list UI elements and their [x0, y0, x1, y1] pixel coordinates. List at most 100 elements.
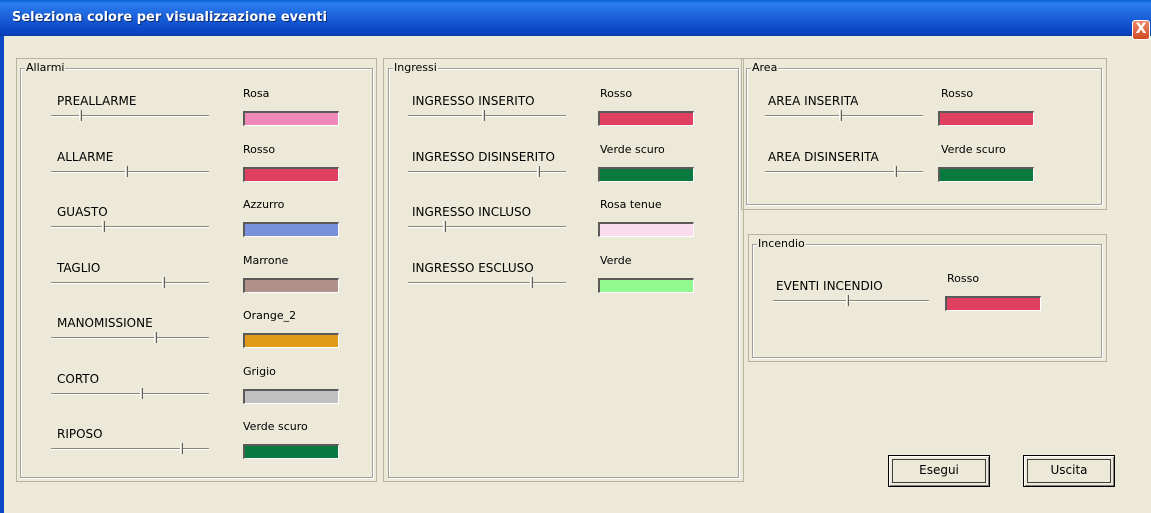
color-swatch	[938, 111, 1034, 126]
slider-thumb[interactable]	[125, 165, 128, 177]
color-name-label: Verde scuro	[600, 142, 665, 156]
slider-thumb[interactable]	[839, 110, 842, 121]
slider-thumb[interactable]	[443, 221, 446, 232]
event-type-label: AREA DISINSERITA	[768, 149, 879, 164]
color-swatch	[598, 111, 694, 126]
color-slider[interactable]	[51, 165, 209, 178]
slider-track	[51, 448, 209, 450]
color-slider[interactable]	[51, 387, 209, 400]
slider-thumb[interactable]	[79, 110, 82, 121]
slider-track	[765, 115, 923, 117]
color-name-label: Azzurro	[243, 198, 285, 211]
slider-thumb[interactable]	[162, 276, 165, 288]
color-slider[interactable]	[773, 295, 929, 307]
event-type-label: ALLARME	[57, 149, 114, 164]
color-slider[interactable]	[765, 110, 923, 122]
slider-thumb[interactable]	[102, 221, 105, 232]
color-name-label: Rosa	[243, 87, 270, 100]
slider-track	[765, 170, 923, 173]
title-bar: Seleziona colore per visualizzazione eve…	[0, 0, 1151, 40]
color-swatch	[243, 222, 339, 237]
event-type-label: EVENTI INCENDIO	[776, 279, 883, 293]
slider-thumb[interactable]	[180, 443, 183, 454]
ingressi-group: Ingressi INGRESSO INSERITO Rosso INGRESSO …	[388, 61, 739, 478]
color-swatch	[598, 166, 694, 182]
close-button[interactable]: X	[1132, 20, 1150, 40]
slider-track	[51, 281, 209, 284]
incendio-group: Incendio EVENTI INCENDIO Rosso	[752, 237, 1102, 358]
event-type-label: PREALLARME	[57, 94, 137, 108]
color-slider[interactable]	[51, 443, 209, 455]
color-slider[interactable]	[408, 221, 566, 233]
allarmi-group-label: Allarmi	[25, 61, 66, 74]
color-slider[interactable]	[51, 332, 209, 344]
slider-thumb[interactable]	[154, 332, 157, 343]
color-name-label: Verde	[600, 253, 632, 267]
area-group: Area AREA INSERITA Rosso AREA DISINSERITA V…	[746, 61, 1102, 205]
color-slider[interactable]	[51, 110, 209, 122]
slider-track	[51, 226, 209, 228]
event-type-label: INGRESSO ESCLUSO	[412, 260, 534, 275]
event-type-label: INGRESSO INSERITO	[412, 94, 535, 108]
color-swatch	[243, 277, 339, 293]
color-name-label: Orange_2	[243, 309, 297, 322]
color-name-label: Verde scuro	[941, 142, 1006, 156]
slider-track	[408, 281, 566, 284]
event-type-label: RIPOSO	[57, 427, 103, 441]
slider-track	[51, 337, 209, 339]
exit-button-label: Uscita	[1050, 463, 1088, 477]
window-title: Seleziona colore per visualizzazione eve…	[12, 10, 327, 25]
event-type-label: AREA INSERITA	[768, 94, 859, 108]
slider-track	[408, 170, 566, 173]
slider-thumb[interactable]	[482, 110, 485, 121]
color-name-label: Rosso	[941, 87, 974, 100]
color-swatch	[945, 296, 1041, 311]
color-name-label: Verde scuro	[243, 420, 308, 433]
event-type-label: MANOMISSIONE	[57, 316, 153, 330]
slider-thumb[interactable]	[846, 295, 849, 306]
slider-track	[51, 392, 209, 395]
slider-thumb[interactable]	[537, 165, 540, 177]
allarmi-group: Allarmi PREALLARME Rosa ALLARME Rosso GUASTO…	[20, 61, 373, 478]
color-swatch	[243, 166, 339, 182]
color-swatch	[598, 277, 694, 293]
event-type-label: GUASTO	[57, 205, 108, 219]
color-name-label: Marrone	[243, 253, 289, 267]
color-slider[interactable]	[51, 221, 209, 233]
slider-track	[51, 115, 209, 117]
slider-thumb[interactable]	[530, 276, 533, 288]
event-type-label: TAGLIO	[57, 260, 101, 275]
slider-thumb[interactable]	[140, 387, 143, 399]
color-swatch	[598, 222, 694, 237]
color-slider[interactable]	[765, 165, 923, 178]
color-slider[interactable]	[51, 276, 209, 289]
color-swatch	[243, 333, 339, 348]
close-icon: X	[1135, 21, 1147, 37]
window-border	[0, 36, 4, 513]
slider-track	[408, 115, 566, 117]
color-swatch	[243, 388, 339, 404]
slider-track	[51, 170, 209, 173]
exit-button[interactable]: Uscita	[1023, 455, 1115, 487]
ingressi-group-label: Ingressi	[393, 61, 438, 74]
slider-thumb[interactable]	[894, 165, 897, 177]
color-slider[interactable]	[408, 276, 566, 289]
color-swatch	[938, 166, 1034, 182]
color-swatch	[243, 111, 339, 126]
incendio-group-label: Incendio	[757, 237, 806, 250]
color-name-label: Rosso	[600, 87, 633, 100]
event-type-label: INGRESSO INCLUSO	[412, 205, 532, 219]
color-swatch	[243, 444, 339, 459]
execute-button[interactable]: Esegui	[888, 455, 990, 487]
color-name-label: Rosso	[947, 272, 980, 285]
color-name-label: Grigio	[243, 364, 276, 378]
slider-track	[773, 300, 929, 302]
color-slider[interactable]	[408, 110, 566, 122]
execute-button-label: Esegui	[919, 463, 959, 477]
color-slider[interactable]	[408, 165, 566, 178]
color-name-label: Rosa tenue	[600, 198, 662, 211]
event-type-label: INGRESSO DISINSERITO	[412, 149, 555, 164]
color-name-label: Rosso	[243, 142, 276, 156]
event-type-label: CORTO	[57, 371, 100, 386]
slider-track	[408, 226, 566, 228]
